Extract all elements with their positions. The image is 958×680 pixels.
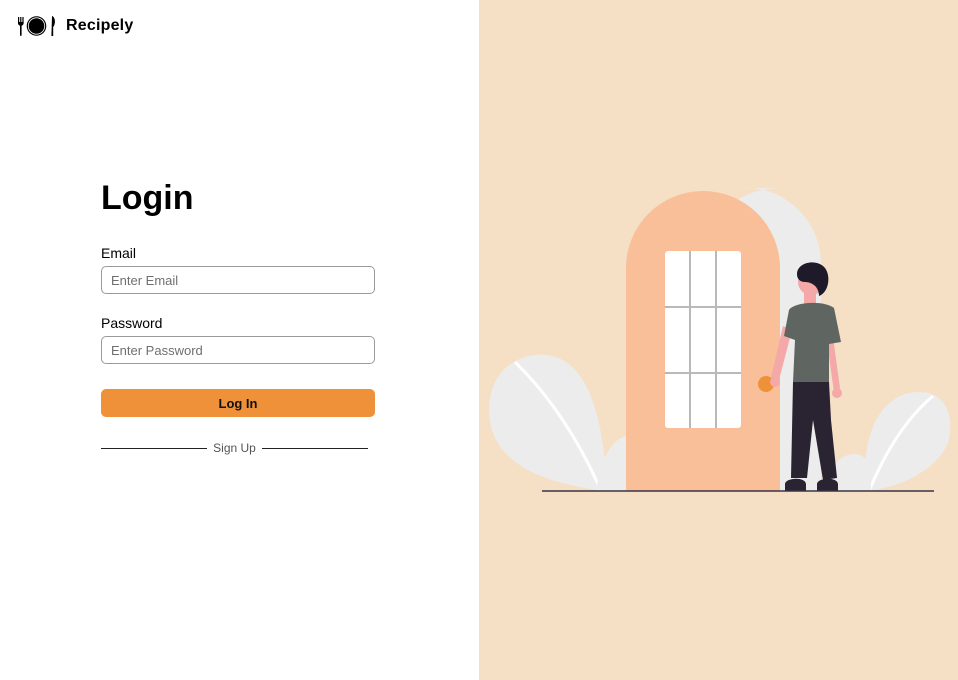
door-window	[665, 251, 741, 428]
signup-link[interactable]: Sign Up	[207, 440, 262, 456]
right-leaf	[865, 392, 951, 491]
illustration-panel	[479, 0, 958, 680]
password-field[interactable]	[101, 336, 375, 364]
divider-line-right	[261, 447, 369, 449]
left-leaf	[489, 354, 607, 491]
page-title: Login	[101, 179, 194, 217]
door-person-illustration	[489, 187, 951, 492]
brand[interactable]: Recipely	[17, 14, 133, 38]
password-label: Password	[101, 315, 163, 331]
email-field[interactable]	[101, 266, 375, 294]
login-panel: Recipely Login Email Password Log In Sig…	[0, 0, 479, 680]
brand-name: Recipely	[66, 17, 134, 34]
email-label: Email	[101, 245, 137, 261]
plate-fork-knife-icon	[18, 16, 55, 36]
login-button[interactable]: Log In	[101, 389, 375, 417]
signup-divider: Sign Up	[101, 440, 369, 456]
divider-line-left	[101, 447, 208, 449]
